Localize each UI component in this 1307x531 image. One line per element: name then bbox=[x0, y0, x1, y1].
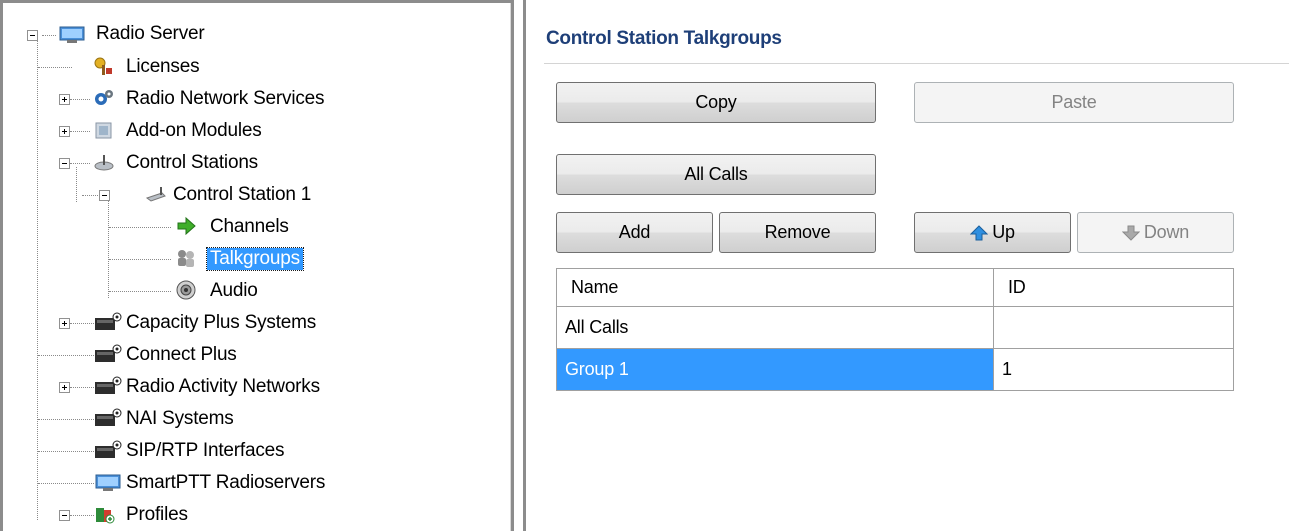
tree-line bbox=[38, 451, 94, 452]
tree-item-radio-network-services[interactable]: Radio Network Services bbox=[126, 88, 325, 110]
copy-button[interactable]: Copy bbox=[556, 82, 876, 123]
expand-addon-modules-button[interactable] bbox=[59, 126, 70, 137]
tree-item-capacity-plus-systems[interactable]: Capacity Plus Systems bbox=[126, 312, 316, 334]
tree-item-channels[interactable]: Channels bbox=[210, 216, 289, 238]
table-row[interactable]: All Calls bbox=[557, 307, 1233, 349]
tree-item-addon-modules[interactable]: Add-on Modules bbox=[126, 120, 262, 142]
nai-systems-icon bbox=[95, 408, 122, 426]
tree-item-radio-activity-networks[interactable]: Radio Activity Networks bbox=[126, 376, 320, 398]
tree-item-smartptt-radioservers[interactable]: SmartPTT Radioservers bbox=[126, 472, 325, 494]
audio-speaker-icon bbox=[176, 280, 196, 300]
tree-item-radio-server[interactable]: Radio Server bbox=[96, 23, 205, 45]
tree-line bbox=[38, 67, 72, 68]
up-button-label: Up bbox=[992, 222, 1015, 242]
table-header: Name ID bbox=[557, 269, 1233, 307]
down-button-label: Down bbox=[1143, 222, 1190, 242]
capacity-plus-icon bbox=[95, 312, 122, 330]
radio-activity-icon bbox=[95, 376, 122, 394]
expand-capacity-plus-button[interactable] bbox=[59, 318, 70, 329]
title-divider bbox=[544, 63, 1289, 64]
tree-item-profiles[interactable]: Profiles bbox=[126, 504, 188, 526]
down-button[interactable]: Down bbox=[1077, 212, 1234, 253]
talkgroups-panel: Control Station Talkgroups Copy Paste Al… bbox=[528, 0, 1307, 531]
expand-radio-network-services-button[interactable] bbox=[59, 94, 70, 105]
tree-line bbox=[70, 387, 94, 388]
talkgroups-table: Name ID All Calls Group 1 1 bbox=[556, 268, 1234, 391]
up-button[interactable]: Up bbox=[914, 212, 1071, 253]
column-header-name[interactable]: Name bbox=[557, 269, 994, 306]
tree-item-talkgroups[interactable]: Talkgroups bbox=[206, 247, 304, 271]
channels-arrow-icon bbox=[177, 216, 196, 236]
tree-item-licenses[interactable]: Licenses bbox=[126, 56, 200, 78]
navigation-tree: Radio Server Licenses Radio Network Serv… bbox=[0, 0, 514, 531]
connect-plus-icon bbox=[95, 344, 122, 362]
table-row[interactable]: Group 1 1 bbox=[557, 349, 1233, 390]
tree-line bbox=[38, 419, 94, 420]
tree-line bbox=[70, 163, 90, 164]
tree-item-control-stations[interactable]: Control Stations bbox=[126, 152, 258, 174]
tree-item-control-station-1[interactable]: Control Station 1 bbox=[173, 184, 311, 206]
tree-line bbox=[70, 131, 90, 132]
radioservers-icon bbox=[95, 474, 121, 491]
server-icon bbox=[59, 26, 85, 43]
sip-rtp-icon bbox=[95, 440, 122, 458]
collapse-control-stations-button[interactable] bbox=[59, 158, 70, 169]
tree-item-connect-plus[interactable]: Connect Plus bbox=[126, 344, 237, 366]
row-name-cell[interactable]: Group 1 bbox=[557, 349, 994, 390]
tree-item-audio[interactable]: Audio bbox=[210, 280, 258, 302]
tree-item-nai-systems[interactable]: NAI Systems bbox=[126, 408, 234, 430]
tree-line bbox=[70, 99, 90, 100]
panel-title: Control Station Talkgroups bbox=[546, 28, 782, 49]
talkgroups-icon bbox=[178, 250, 194, 267]
expand-radio-activity-button[interactable] bbox=[59, 382, 70, 393]
all-calls-button[interactable]: All Calls bbox=[556, 154, 876, 195]
column-header-id[interactable]: ID bbox=[994, 269, 1233, 306]
remove-button[interactable]: Remove bbox=[719, 212, 876, 253]
tree-line bbox=[108, 200, 109, 298]
add-button[interactable]: Add bbox=[556, 212, 713, 253]
collapse-profiles-button[interactable] bbox=[59, 510, 70, 521]
row-id-cell[interactable] bbox=[994, 307, 1233, 348]
modules-icon bbox=[95, 122, 112, 139]
tree-line bbox=[109, 291, 171, 292]
tree-line bbox=[109, 259, 171, 260]
down-arrow-icon bbox=[1121, 225, 1140, 241]
paste-button[interactable]: Paste bbox=[914, 82, 1234, 123]
tree-line bbox=[70, 323, 94, 324]
up-arrow-icon bbox=[970, 224, 989, 240]
tree-item-sip-rtp-interfaces[interactable]: SIP/RTP Interfaces bbox=[126, 440, 285, 462]
profiles-icon bbox=[96, 508, 115, 524]
collapse-control-station-1-button[interactable] bbox=[99, 190, 110, 201]
tree-line bbox=[38, 483, 94, 484]
tree-line bbox=[109, 227, 171, 228]
control-station-icon bbox=[145, 187, 166, 202]
tree-line bbox=[42, 35, 56, 36]
tree-line bbox=[37, 41, 38, 520]
collapse-radio-server-button[interactable] bbox=[27, 30, 38, 41]
network-services-icon bbox=[95, 90, 113, 105]
row-name-cell[interactable]: All Calls bbox=[557, 307, 994, 348]
tree-line bbox=[70, 515, 94, 516]
tree-line bbox=[76, 167, 77, 202]
row-id-cell[interactable]: 1 bbox=[994, 349, 1233, 390]
tree-line bbox=[38, 355, 94, 356]
license-icon bbox=[94, 57, 112, 75]
pane-splitter[interactable] bbox=[514, 0, 528, 531]
control-stations-icon bbox=[94, 155, 114, 171]
